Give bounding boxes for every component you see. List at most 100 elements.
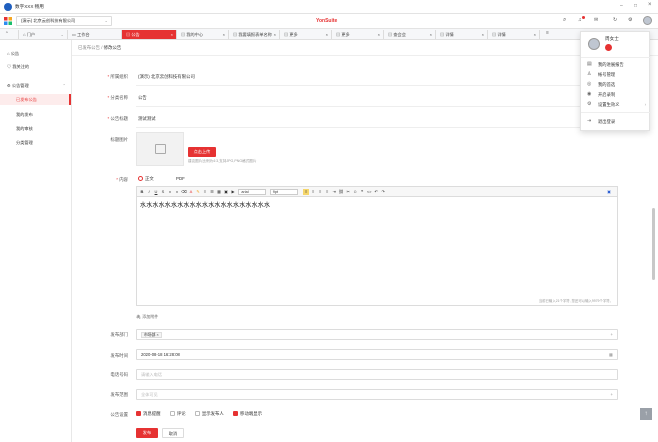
phone-input[interactable]: 请输入电话 bbox=[136, 369, 618, 380]
breadcrumb: 已发布公告 / 修改公告 bbox=[78, 45, 122, 50]
tab-more-2[interactable]: ▤ 更多 × bbox=[332, 30, 384, 39]
calendar-icon[interactable]: ▦ bbox=[609, 350, 613, 359]
brand-logo: YonSuite bbox=[316, 18, 338, 24]
italic-icon[interactable]: I bbox=[146, 189, 152, 195]
close-icon[interactable]: × bbox=[482, 30, 484, 39]
code-icon[interactable]: <> bbox=[366, 189, 372, 195]
close-icon[interactable]: × bbox=[274, 30, 276, 39]
close-icon[interactable]: × bbox=[534, 30, 536, 39]
publish-button[interactable]: 发布 bbox=[136, 428, 158, 438]
sidebar-item-following[interactable]: ♡ 我关注的 bbox=[0, 61, 71, 72]
org-value: (演示) 北京云创科技有限公司 bbox=[138, 74, 195, 79]
tab-detail-2[interactable]: ▤ 详情 × bbox=[488, 30, 540, 39]
sidebar-item-my-published[interactable]: 我的发布 bbox=[0, 109, 71, 120]
avatar[interactable] bbox=[643, 16, 652, 25]
content-label: * 内容 bbox=[116, 177, 128, 182]
chevron-right-icon: › bbox=[644, 102, 646, 107]
undo-icon[interactable]: ↶ bbox=[373, 189, 379, 195]
tab-list-icon[interactable]: ≡ bbox=[546, 30, 549, 36]
tab-more-1[interactable]: ▤ 更多 × bbox=[280, 30, 332, 39]
tab-announcement[interactable]: ▤ 公告 × bbox=[122, 30, 177, 39]
chevron-down-icon: ⌄ bbox=[104, 18, 108, 23]
scope-select[interactable]: 全体可见 + bbox=[136, 389, 618, 400]
highlight-icon[interactable]: ✎ bbox=[195, 189, 201, 195]
tab-portal[interactable]: ⌂ 门户 ⌄ bbox=[18, 30, 68, 39]
superscript-icon[interactable]: x bbox=[174, 189, 180, 195]
dept-select[interactable]: 市场部 × + bbox=[136, 329, 618, 340]
align-icon[interactable]: ≡ bbox=[202, 189, 208, 195]
message-icon[interactable]: ✉ bbox=[594, 17, 598, 23]
link-icon[interactable]: ⛓ bbox=[338, 189, 344, 195]
unlink-icon[interactable]: ✂ bbox=[345, 189, 351, 195]
quote-icon[interactable]: ❝ bbox=[359, 189, 365, 195]
apps-grid-icon[interactable] bbox=[4, 17, 12, 25]
menu-item-logout[interactable]: ⇥ 退出登录 bbox=[581, 116, 651, 127]
settings-icon[interactable]: ⚙ bbox=[628, 17, 632, 23]
table-icon[interactable]: ▦ bbox=[216, 189, 222, 195]
align-center-icon[interactable]: ≡ bbox=[310, 189, 316, 195]
image-icon[interactable]: ▣ bbox=[223, 189, 229, 195]
cancel-button[interactable]: 取消 bbox=[162, 428, 184, 438]
font-size-select[interactable]: 9pt bbox=[269, 189, 298, 195]
video-icon[interactable]: ▶ bbox=[230, 189, 236, 195]
title-input[interactable]: 测试测试 bbox=[138, 116, 156, 122]
indent-icon[interactable]: ⇥ bbox=[331, 189, 337, 195]
minimize-icon[interactable]: – bbox=[620, 3, 623, 9]
list-icon[interactable]: ☰ bbox=[209, 189, 215, 195]
tab-my-center[interactable]: ▤ 我的中心 × bbox=[177, 30, 229, 39]
tab-meeting[interactable]: ▤ 查会会 × bbox=[384, 30, 436, 39]
maximize-icon[interactable]: □ bbox=[634, 3, 637, 9]
sidebar-item-published[interactable]: 已发布公告 bbox=[0, 94, 71, 105]
font-color-icon[interactable]: A bbox=[188, 189, 194, 195]
align-right-icon[interactable]: ≡ bbox=[317, 189, 323, 195]
radio-body[interactable] bbox=[138, 176, 143, 182]
emoji-icon[interactable]: ☺ bbox=[352, 189, 358, 195]
subscript-icon[interactable]: x bbox=[167, 189, 173, 195]
eraser-icon[interactable]: ⌫ bbox=[181, 189, 187, 195]
tab-form[interactable]: ▤ 我要填报表单名称 × bbox=[229, 30, 280, 39]
close-icon[interactable]: × bbox=[430, 30, 432, 39]
close-icon[interactable]: × bbox=[648, 2, 652, 8]
close-icon[interactable]: × bbox=[326, 30, 328, 39]
scrollbar-thumb[interactable] bbox=[652, 208, 655, 280]
editor-body[interactable]: 水水水水水水水水水水水水水水水水水水水水水 bbox=[137, 197, 617, 212]
bold-icon[interactable]: B bbox=[139, 189, 145, 195]
breadcrumb-parent[interactable]: 已发布公告 bbox=[78, 45, 100, 50]
close-icon[interactable]: × bbox=[171, 30, 173, 39]
opt-mobile[interactable]: 移动端显示 bbox=[233, 411, 262, 417]
opt-comment[interactable]: 评论 bbox=[169, 411, 186, 417]
category-value[interactable]: 公告 bbox=[138, 95, 147, 101]
redo-icon[interactable]: ↷ bbox=[380, 189, 386, 195]
menu-item-settings[interactable]: ⚙ 设置生效义 › bbox=[581, 99, 651, 110]
plus-icon[interactable]: + bbox=[611, 330, 613, 339]
home-icon[interactable]: ◔ bbox=[5, 30, 8, 36]
opt-remind[interactable]: 消息提醒 bbox=[136, 411, 161, 417]
opt-publisher[interactable]: 显示发布人 bbox=[194, 411, 224, 417]
top-bar: (演示) 北京云创科技有限公司 ⌄ YonSuite ⌕ ♫ ✉ ↻ ⚙ bbox=[0, 14, 658, 29]
tab-detail-1[interactable]: ▤ 详情 × bbox=[436, 30, 488, 39]
sidebar-item-announcement[interactable]: ⌂ 公告 bbox=[0, 48, 71, 59]
plus-icon[interactable]: + bbox=[611, 390, 613, 399]
fullscreen-icon[interactable]: ▣ bbox=[606, 189, 612, 195]
time-input[interactable]: 2020-08-18 16:28:08 ▦ bbox=[136, 349, 618, 360]
sidebar-item-my-review[interactable]: 我的审核 bbox=[0, 123, 71, 134]
justify-icon[interactable]: ≡ bbox=[324, 189, 330, 195]
font-name-select[interactable]: arial bbox=[238, 189, 267, 195]
search-icon[interactable]: ⌕ bbox=[563, 17, 566, 24]
underline-icon[interactable]: U bbox=[153, 189, 159, 195]
close-icon[interactable]: × bbox=[378, 30, 380, 39]
tab-workbench[interactable]: ▭ 工作台 bbox=[68, 30, 122, 39]
avatar bbox=[588, 38, 600, 50]
image-placeholder[interactable] bbox=[136, 132, 184, 166]
close-icon[interactable]: × bbox=[223, 30, 225, 39]
org-select[interactable]: (演示) 北京云创科技有限公司 ⌄ bbox=[16, 16, 112, 26]
add-attachment-link[interactable]: 🖇 添加附件 bbox=[136, 314, 158, 320]
rich-text-editor: B I U Sx x ⌫ A ✎ ≡ ☰ ▦ ▣ ▶ arial 9pt ≡ ≡ ≡ ≡ ⇥ ⛓ ✂ ☺ ❝ <> ↶ ↷ ▣… bbox=[136, 186, 618, 306]
strike-icon[interactable]: S bbox=[160, 189, 166, 195]
upload-button[interactable]: 点击上传 bbox=[188, 147, 216, 157]
refresh-icon[interactable]: ↻ bbox=[613, 17, 617, 23]
back-to-top-button[interactable]: ↑ bbox=[640, 408, 652, 420]
align-left-icon[interactable]: ≡ bbox=[303, 189, 310, 195]
sidebar-item-manage[interactable]: ⚙ 公告管理 ⌃ bbox=[0, 80, 71, 91]
sidebar-item-category[interactable]: 分类管理 bbox=[0, 137, 71, 148]
